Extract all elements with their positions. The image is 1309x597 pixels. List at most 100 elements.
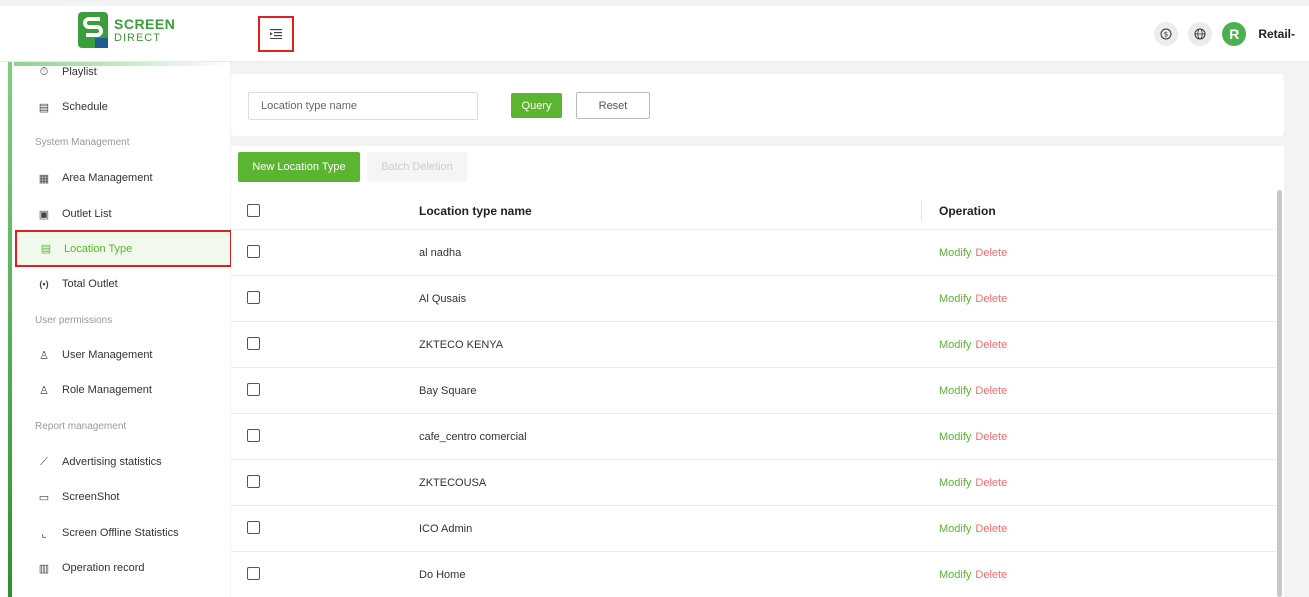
location-type-name-cell: ZKTECO KENYA: [419, 339, 504, 351]
table-row: ZKTECO KENYA Modify Delete: [231, 322, 1276, 368]
menu-collapse-button[interactable]: [258, 16, 294, 52]
table-row: ICO Admin Modify Delete: [231, 506, 1276, 552]
clock-icon: ⏱: [39, 65, 49, 78]
sidebar-item-outlet-list[interactable]: ▣ Outlet List: [20, 200, 230, 228]
building-icon: ▦: [38, 172, 50, 185]
sidebar-item-screen-offline-statistics[interactable]: ⌞ Screen Offline Statistics: [20, 519, 230, 547]
sidebar-item-label: Schedule: [62, 101, 108, 113]
location-type-name-input[interactable]: [248, 92, 478, 120]
row-checkbox[interactable]: [247, 337, 260, 350]
table-panel: New Location Type Batch Deletion Locatio…: [231, 146, 1284, 597]
row-checkbox[interactable]: [247, 475, 260, 488]
row-checkbox[interactable]: [247, 429, 260, 442]
sidebar-item-area-management[interactable]: ▦ Area Management: [20, 164, 230, 192]
sidebar-item-user-management[interactable]: ♙ User Management: [20, 341, 230, 369]
operation-cell: Modify Delete: [939, 569, 1007, 581]
header-actions: $ R Retail-: [1154, 22, 1295, 46]
screen-direct-logo[interactable]: SCREEN DIRECT: [78, 12, 188, 54]
sidebar-item-label: ScreenShot: [62, 491, 120, 503]
operation-cell: Modify Delete: [939, 477, 1007, 489]
operation-cell: Modify Delete: [939, 431, 1007, 443]
sidebar-item-schedule[interactable]: ▤ Schedule: [20, 93, 230, 121]
modify-link[interactable]: Modify: [939, 523, 971, 535]
sidebar-item-label: Playlist: [62, 66, 97, 78]
table-row: al nadha Modify Delete: [231, 230, 1276, 276]
location-type-name-cell: ICO Admin: [419, 523, 473, 535]
sidebar-item-label: Area Management: [62, 172, 153, 184]
sidebar-item-label: Operation record: [62, 562, 145, 574]
globe-icon[interactable]: [1188, 22, 1213, 46]
modify-link[interactable]: Modify: [939, 293, 971, 305]
sidebar-item-label: Total Outlet: [62, 278, 118, 290]
select-all-checkbox[interactable]: [247, 204, 260, 217]
delete-link[interactable]: Delete: [975, 569, 1007, 581]
location-type-name-cell: Do Home: [419, 569, 466, 581]
delete-link[interactable]: Delete: [975, 247, 1007, 259]
logo-mark-icon: [78, 12, 108, 48]
sidebar-item-operation-record[interactable]: ▥ Operation record: [20, 554, 230, 582]
delete-link[interactable]: Delete: [975, 431, 1007, 443]
row-checkbox[interactable]: [247, 567, 260, 580]
sidebar-section-report: Report management: [35, 421, 127, 432]
row-checkbox[interactable]: [247, 521, 260, 534]
sidebar-item-screenshot[interactable]: ▭ ScreenShot: [20, 483, 230, 511]
sidebar-item-label: Screen Offline Statistics: [62, 527, 179, 539]
sidebar-item-location-type[interactable]: ▤ Location Type: [15, 230, 232, 267]
sidebar-item-role-management[interactable]: ♙ Role Management: [20, 376, 230, 404]
logo-text-direct: DIRECT: [114, 32, 161, 44]
sidebar-item-advertising-statistics[interactable]: ⟋ Advertising statistics: [20, 448, 230, 476]
modify-link[interactable]: Modify: [939, 477, 971, 489]
new-location-type-button[interactable]: New Location Type: [238, 152, 360, 182]
sidebar-item-label: Advertising statistics: [62, 456, 162, 468]
calendar-icon: ▤: [38, 101, 50, 114]
location-type-name-cell: Al Qusais: [419, 293, 467, 305]
operation-cell: Modify Delete: [939, 523, 1007, 535]
column-header-operation: Operation: [939, 204, 996, 218]
screenshot-icon: ▭: [38, 491, 50, 504]
top-header: SCREEN DIRECT $ R Retail-: [0, 6, 1309, 62]
record-icon: ▥: [38, 562, 50, 575]
user-icon: ♙: [39, 349, 49, 362]
row-checkbox[interactable]: [247, 291, 260, 304]
delete-link[interactable]: Delete: [975, 523, 1007, 535]
location-type-name-cell: cafe_centro comercial: [419, 431, 527, 443]
location-type-name-cell: ZKTECOUSA: [419, 477, 487, 489]
delete-link[interactable]: Delete: [975, 385, 1007, 397]
delete-link[interactable]: Delete: [975, 293, 1007, 305]
sidebar-item-total-outlet[interactable]: (•) Total Outlet: [20, 270, 230, 298]
row-checkbox[interactable]: [247, 383, 260, 396]
store-icon: ▣: [38, 208, 50, 221]
modify-link[interactable]: Modify: [939, 569, 971, 581]
column-divider: [921, 201, 922, 221]
modify-link[interactable]: Modify: [939, 339, 971, 351]
row-checkbox[interactable]: [247, 245, 260, 258]
sidebar-section-user-permissions: User permissions: [35, 315, 113, 326]
dollar-circle-icon[interactable]: $: [1154, 22, 1179, 46]
modify-link[interactable]: Modify: [939, 247, 971, 259]
operation-cell: Modify Delete: [939, 385, 1007, 397]
svg-text:$: $: [1164, 31, 1168, 39]
search-panel: Query Reset: [231, 74, 1284, 136]
outlet-icon: (•): [39, 279, 49, 289]
batch-deletion-button[interactable]: Batch Deletion: [367, 152, 467, 182]
username-label[interactable]: Retail-: [1258, 27, 1295, 41]
role-icon: ♙: [39, 384, 49, 397]
sidebar-item-label: Outlet List: [62, 208, 112, 220]
sidebar-item-label: User Management: [62, 349, 153, 361]
modify-link[interactable]: Modify: [939, 431, 971, 443]
modify-link[interactable]: Modify: [939, 385, 971, 397]
table-scrollbar[interactable]: [1277, 190, 1282, 597]
chart-line-icon: ⟋: [40, 455, 48, 468]
operation-cell: Modify Delete: [939, 247, 1007, 259]
avatar[interactable]: R: [1222, 22, 1247, 46]
sidebar-item-playlist[interactable]: ⏱ Playlist: [20, 58, 230, 86]
table-row: ZKTECOUSA Modify Delete: [231, 460, 1276, 506]
delete-link[interactable]: Delete: [975, 339, 1007, 351]
menu-fold-icon: [270, 29, 282, 39]
reset-button[interactable]: Reset: [576, 92, 650, 119]
location-type-name-cell: al nadha: [419, 247, 462, 259]
delete-link[interactable]: Delete: [975, 477, 1007, 489]
location-type-name-cell: Bay Square: [419, 385, 477, 397]
query-button[interactable]: Query: [511, 93, 562, 118]
table-row: cafe_centro comercial Modify Delete: [231, 414, 1276, 460]
